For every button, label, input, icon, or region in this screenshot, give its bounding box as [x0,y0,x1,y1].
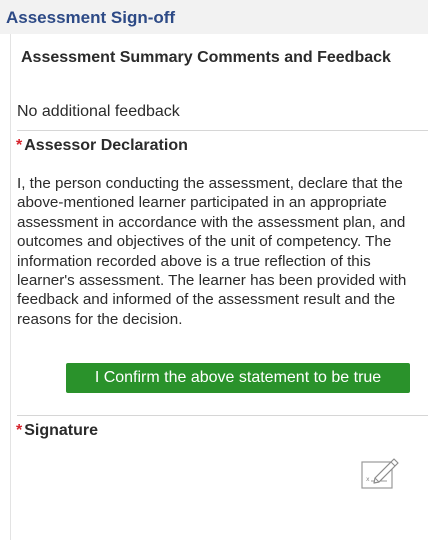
feedback-value[interactable]: No additional feedback [17,102,180,122]
declaration-text: I, the person conducting the assessment,… [17,175,407,328]
sign-pen-icon[interactable]: x [361,450,405,494]
required-marker: * [16,137,23,154]
signature-heading-label: Signature [24,422,99,439]
confirm-statement-button[interactable]: I Confirm the above statement to be true [66,363,410,393]
declaration-heading: * Assessor Declaration [16,136,188,156]
feedback-divider [17,130,428,131]
signature-divider [17,415,428,416]
svg-text:x: x [366,476,370,483]
page-title: Assessment Sign-off [6,8,176,27]
header-bar: Assessment Sign-off [0,0,428,34]
summary-heading: Assessment Summary Comments and Feedback [21,49,391,66]
signature-heading: * Signature [16,421,98,441]
required-marker: * [16,422,23,439]
form-content: Assessment Summary Comments and Feedback… [10,34,428,540]
declaration-heading-label: Assessor Declaration [24,137,188,154]
